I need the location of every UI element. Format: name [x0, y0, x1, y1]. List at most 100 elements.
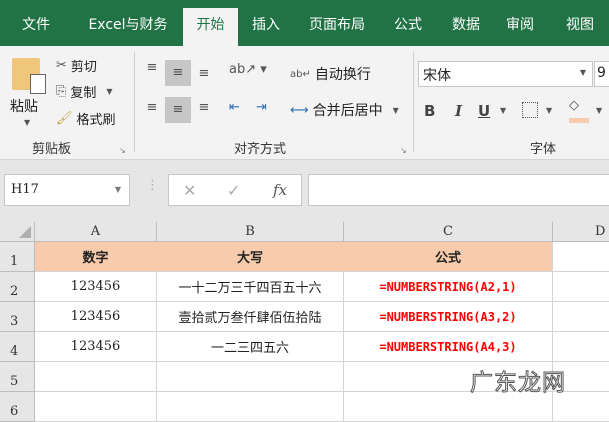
chevron-down-icon: ▼	[106, 87, 113, 96]
cancel-icon[interactable]: ✕	[183, 181, 196, 200]
drag-handle-icon[interactable]: ⋮	[146, 178, 159, 193]
row-header[interactable]: 1	[0, 242, 35, 272]
table-cell[interactable]	[553, 302, 609, 332]
tab-file[interactable]: 文件	[12, 8, 60, 46]
table-cell[interactable]	[553, 242, 609, 272]
column-header-a[interactable]: A	[35, 222, 157, 242]
cut-button[interactable]: ✂ 剪切	[56, 56, 97, 75]
header-cell-uppercase[interactable]: 大写	[157, 242, 344, 272]
tab-home[interactable]: 开始	[183, 8, 238, 46]
ribbon: 粘贴 ▼ ✂ 剪切 ⎘ 复制 ▼ 🖌 格式刷 剪贴板 ↘ ≡ ≡ ≡ ab↗ ▾ ≡ ≡…	[0, 46, 609, 160]
table-cell[interactable]: 123456	[35, 272, 157, 302]
merge-center-button[interactable]: ⟷ 合并后居中 ▼	[290, 100, 399, 120]
formula-buttons: ✕ ✓ fx	[168, 174, 302, 206]
italic-button[interactable]: I	[455, 102, 462, 120]
tab-view[interactable]: 视图	[558, 8, 602, 46]
tab-review[interactable]: 审阅	[498, 8, 542, 46]
chevron-down-icon: ▼	[579, 68, 586, 77]
name-box[interactable]: H17 ▼	[4, 174, 130, 206]
font-group-label: 字体	[530, 142, 557, 157]
row-header[interactable]: 5	[0, 362, 35, 392]
merge-icon: ⟷	[290, 102, 309, 118]
alignment-group-label: 对齐方式	[234, 142, 287, 157]
table-cell[interactable]	[157, 362, 344, 392]
chevron-down-icon: ▼	[392, 105, 399, 115]
column-header-c[interactable]: C	[344, 222, 553, 242]
column-header-b[interactable]: B	[157, 222, 344, 242]
ribbon-tabs: 文件 Excel与财务 开始 插入 页面布局 公式 数据 审阅 视图	[0, 0, 609, 46]
table-cell[interactable]: 123456	[35, 332, 157, 362]
underline-button[interactable]: U	[478, 102, 490, 120]
table-cell[interactable]	[35, 392, 157, 422]
font-size-select[interactable]: 9	[594, 61, 609, 87]
formula-bar: H17 ▼ ⋮ ✕ ✓ fx	[0, 160, 609, 222]
table-cell[interactable]: 123456	[35, 302, 157, 332]
increase-indent-icon[interactable]: ⇥	[256, 100, 267, 115]
chevron-down-icon: ▼	[114, 185, 121, 194]
dialog-launcher-icon[interactable]: ↘	[119, 146, 126, 155]
wrap-text-icon: ab↵	[290, 68, 311, 80]
bold-button[interactable]: B	[424, 102, 435, 120]
chevron-down-icon[interactable]: ▼	[500, 106, 506, 115]
copy-label: 复制	[70, 86, 97, 101]
copy-icon: ⎘	[56, 84, 67, 99]
column-header-d[interactable]: D	[553, 222, 609, 242]
fill-color-swatch	[569, 118, 589, 123]
tab-page-layout[interactable]: 页面布局	[302, 8, 372, 46]
row-header[interactable]: 4	[0, 332, 35, 362]
chevron-down-icon[interactable]: ▼	[546, 106, 552, 115]
font-name-select[interactable]: 宋体 ▼	[418, 61, 593, 87]
format-painter-button[interactable]: 🖌 格式刷	[56, 109, 116, 128]
table-cell[interactable]: =NUMBERSTRING(A3,2)	[344, 302, 553, 332]
table-cell[interactable]	[553, 332, 609, 362]
tab-formulas[interactable]: 公式	[386, 8, 430, 46]
copy-button[interactable]: ⎘ 复制 ▼	[56, 82, 113, 101]
align-middle-icon[interactable]: ≡	[165, 60, 191, 86]
select-all-button[interactable]	[0, 222, 35, 242]
name-box-value: H17	[11, 182, 39, 197]
insert-function-button[interactable]: fx	[273, 181, 287, 199]
header-cell-number[interactable]: 数字	[35, 242, 157, 272]
tab-data[interactable]: 数据	[444, 8, 488, 46]
fill-color-icon[interactable]: ◇	[569, 98, 579, 113]
table-cell[interactable]	[35, 362, 157, 392]
align-left-icon[interactable]: ≡	[142, 100, 162, 115]
paste-icon	[12, 58, 46, 94]
format-painter-label: 格式刷	[76, 113, 116, 128]
borders-icon[interactable]	[522, 102, 538, 118]
formula-input[interactable]	[308, 174, 609, 206]
table-cell[interactable]	[553, 272, 609, 302]
align-top-icon[interactable]: ≡	[142, 60, 162, 80]
table-cell[interactable]: 一二三四五六	[157, 332, 344, 362]
decrease-indent-icon[interactable]: ⇤	[229, 100, 240, 115]
watermark: 广东龙网	[470, 370, 566, 397]
table-cell[interactable]	[157, 392, 344, 422]
row-header[interactable]: 2	[0, 272, 35, 302]
scissors-icon: ✂	[56, 58, 67, 73]
tab-excel-finance[interactable]: Excel与财务	[80, 8, 176, 46]
enter-icon[interactable]: ✓	[227, 181, 240, 200]
clipboard-group-label: 剪贴板	[32, 142, 72, 157]
paste-dropdown-icon[interactable]: ▼	[24, 118, 30, 127]
row-header[interactable]: 6	[0, 392, 35, 422]
paste-button[interactable]: 粘贴	[10, 96, 38, 116]
table-cell[interactable]: 壹拾贰万叁仟肆佰伍拾陆	[157, 302, 344, 332]
align-right-icon[interactable]: ≡	[194, 100, 214, 115]
align-bottom-icon[interactable]: ≡	[194, 66, 214, 86]
wrap-text-button[interactable]: ab↵ 自动换行	[290, 64, 371, 84]
tab-insert[interactable]: 插入	[244, 8, 288, 46]
cut-label: 剪切	[70, 60, 97, 75]
dialog-launcher-icon[interactable]: ↘	[400, 146, 407, 155]
divider	[134, 52, 135, 152]
worksheet-grid: A B C D 1 2 3 4 5 6 数字 大写 公式 123456 一十二万…	[0, 222, 609, 422]
chevron-down-icon[interactable]: ▼	[596, 106, 602, 115]
orientation-icon[interactable]: ab↗ ▾	[229, 62, 267, 77]
table-cell[interactable]: =NUMBERSTRING(A4,3)	[344, 332, 553, 362]
table-cell[interactable]: =NUMBERSTRING(A2,1)	[344, 272, 553, 302]
wrap-text-label: 自动换行	[314, 67, 371, 83]
header-cell-formula[interactable]: 公式	[344, 242, 553, 272]
row-header[interactable]: 3	[0, 302, 35, 332]
merge-center-label: 合并后居中	[312, 103, 383, 119]
align-center-icon[interactable]: ≡	[165, 97, 191, 123]
table-cell[interactable]: 一十二万三千四百五十六	[157, 272, 344, 302]
